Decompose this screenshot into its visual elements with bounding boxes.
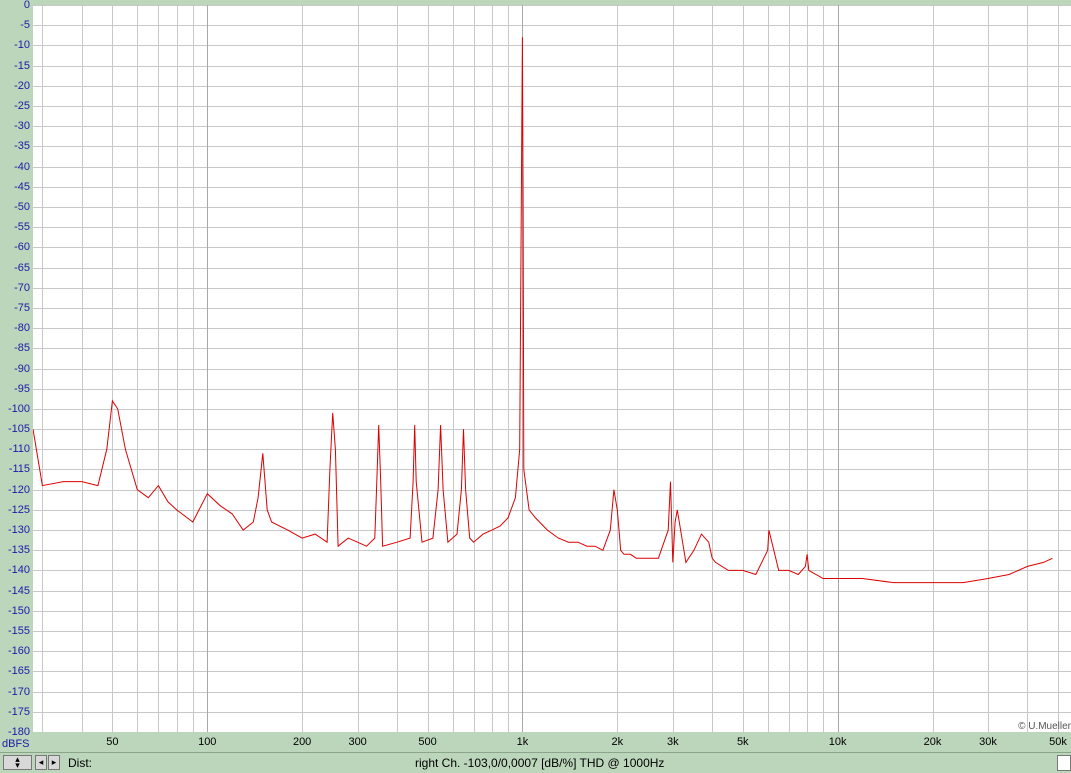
y-tick-label: -105: [7, 423, 30, 436]
y-tick-label: -115: [8, 463, 30, 476]
y-tick-label: -90: [14, 362, 30, 375]
spectrum-plot: © U.Mueller: [32, 5, 1071, 733]
prev-button[interactable]: ◂: [35, 755, 47, 770]
status-box: [1057, 755, 1071, 771]
spectrum-series-line: [32, 37, 1053, 584]
y-tick-label: -100: [7, 402, 30, 415]
y-tick-label: -155: [7, 625, 30, 638]
y-tick-label: -20: [14, 79, 30, 92]
y-tick-label: -135: [7, 544, 30, 557]
x-tick-label: 3k: [667, 736, 679, 748]
y-tick-label: -140: [7, 564, 30, 577]
y-tick-label: -180: [7, 726, 30, 738]
y-tick-label: -75: [14, 301, 30, 314]
y-tick-label: 0: [23, 0, 30, 11]
y-tick-label: -30: [14, 120, 30, 133]
copyright-text: © U.Mueller: [1018, 721, 1071, 732]
y-tick-label: -170: [7, 685, 30, 698]
status-bar: ▴ ▾ ◂ ▸ Dist: right Ch. -103,0/0,0007 [dB…: [0, 752, 1071, 773]
y-tick-label: -35: [14, 140, 30, 153]
x-tick-label: 50k: [1049, 736, 1067, 748]
x-tick-label: 1k: [516, 736, 529, 748]
y-tick-label: -45: [14, 180, 30, 193]
y-tick-label: -50: [14, 200, 30, 213]
dist-label: Dist:: [68, 756, 92, 770]
x-tick-label: 30k: [979, 736, 997, 748]
y-unit-label: dBFS: [2, 738, 30, 750]
y-tick-label: -165: [7, 665, 30, 678]
y-tick-label: -160: [7, 645, 30, 658]
y-tick-label: -55: [14, 221, 30, 234]
y-tick-label: -150: [7, 604, 30, 617]
status-text: right Ch. -103,0/0,0007 [dB/%] THD @ 100…: [415, 756, 665, 770]
y-tick-label: -15: [14, 59, 30, 72]
y-tick-label: -5: [20, 19, 30, 32]
x-tick-label: 500: [418, 736, 437, 748]
y-tick-label: -130: [7, 524, 30, 537]
x-tick-label: 5k: [736, 736, 749, 748]
x-tick-label: 100: [198, 736, 217, 748]
y-tick-label: -95: [14, 382, 30, 395]
x-tick-label: 2k: [611, 736, 624, 748]
dist-spinner[interactable]: ▴ ▾: [3, 755, 32, 770]
y-tick-label: -110: [8, 443, 30, 456]
y-tick-label: -80: [14, 322, 30, 335]
y-tick-label: -60: [14, 241, 30, 254]
next-button[interactable]: ▸: [48, 755, 60, 770]
x-tick-label: 200: [292, 736, 312, 748]
y-axis: 0 -5 -10 -15 -20 -25 -30 -35 -40 -45 -50 -55 -60 -65 -…: [0, 0, 33, 738]
x-tick-label: 300: [348, 736, 367, 748]
y-tick-label: -125: [7, 503, 30, 516]
y-tick-label: -145: [7, 584, 30, 597]
y-tick-label: -65: [14, 261, 30, 274]
x-tick-label: 50: [106, 736, 119, 748]
x-axis: 50 100 200 300 500 1k 2k 3k 5k 10k 20k 30k 50k: [33, 732, 1071, 752]
y-tick-label: -25: [14, 99, 30, 112]
y-tick-label: -70: [14, 281, 30, 294]
y-tick-label: -85: [14, 342, 30, 355]
spectrum-plot-svg: [32, 5, 1071, 733]
y-tick-label: -40: [14, 160, 30, 173]
y-tick-label: -10: [14, 39, 30, 52]
y-tick-label: -175: [7, 705, 30, 718]
x-tick-label: 10k: [828, 736, 847, 748]
y-tick-label: -120: [7, 483, 30, 496]
x-tick-label: 20k: [923, 736, 942, 748]
